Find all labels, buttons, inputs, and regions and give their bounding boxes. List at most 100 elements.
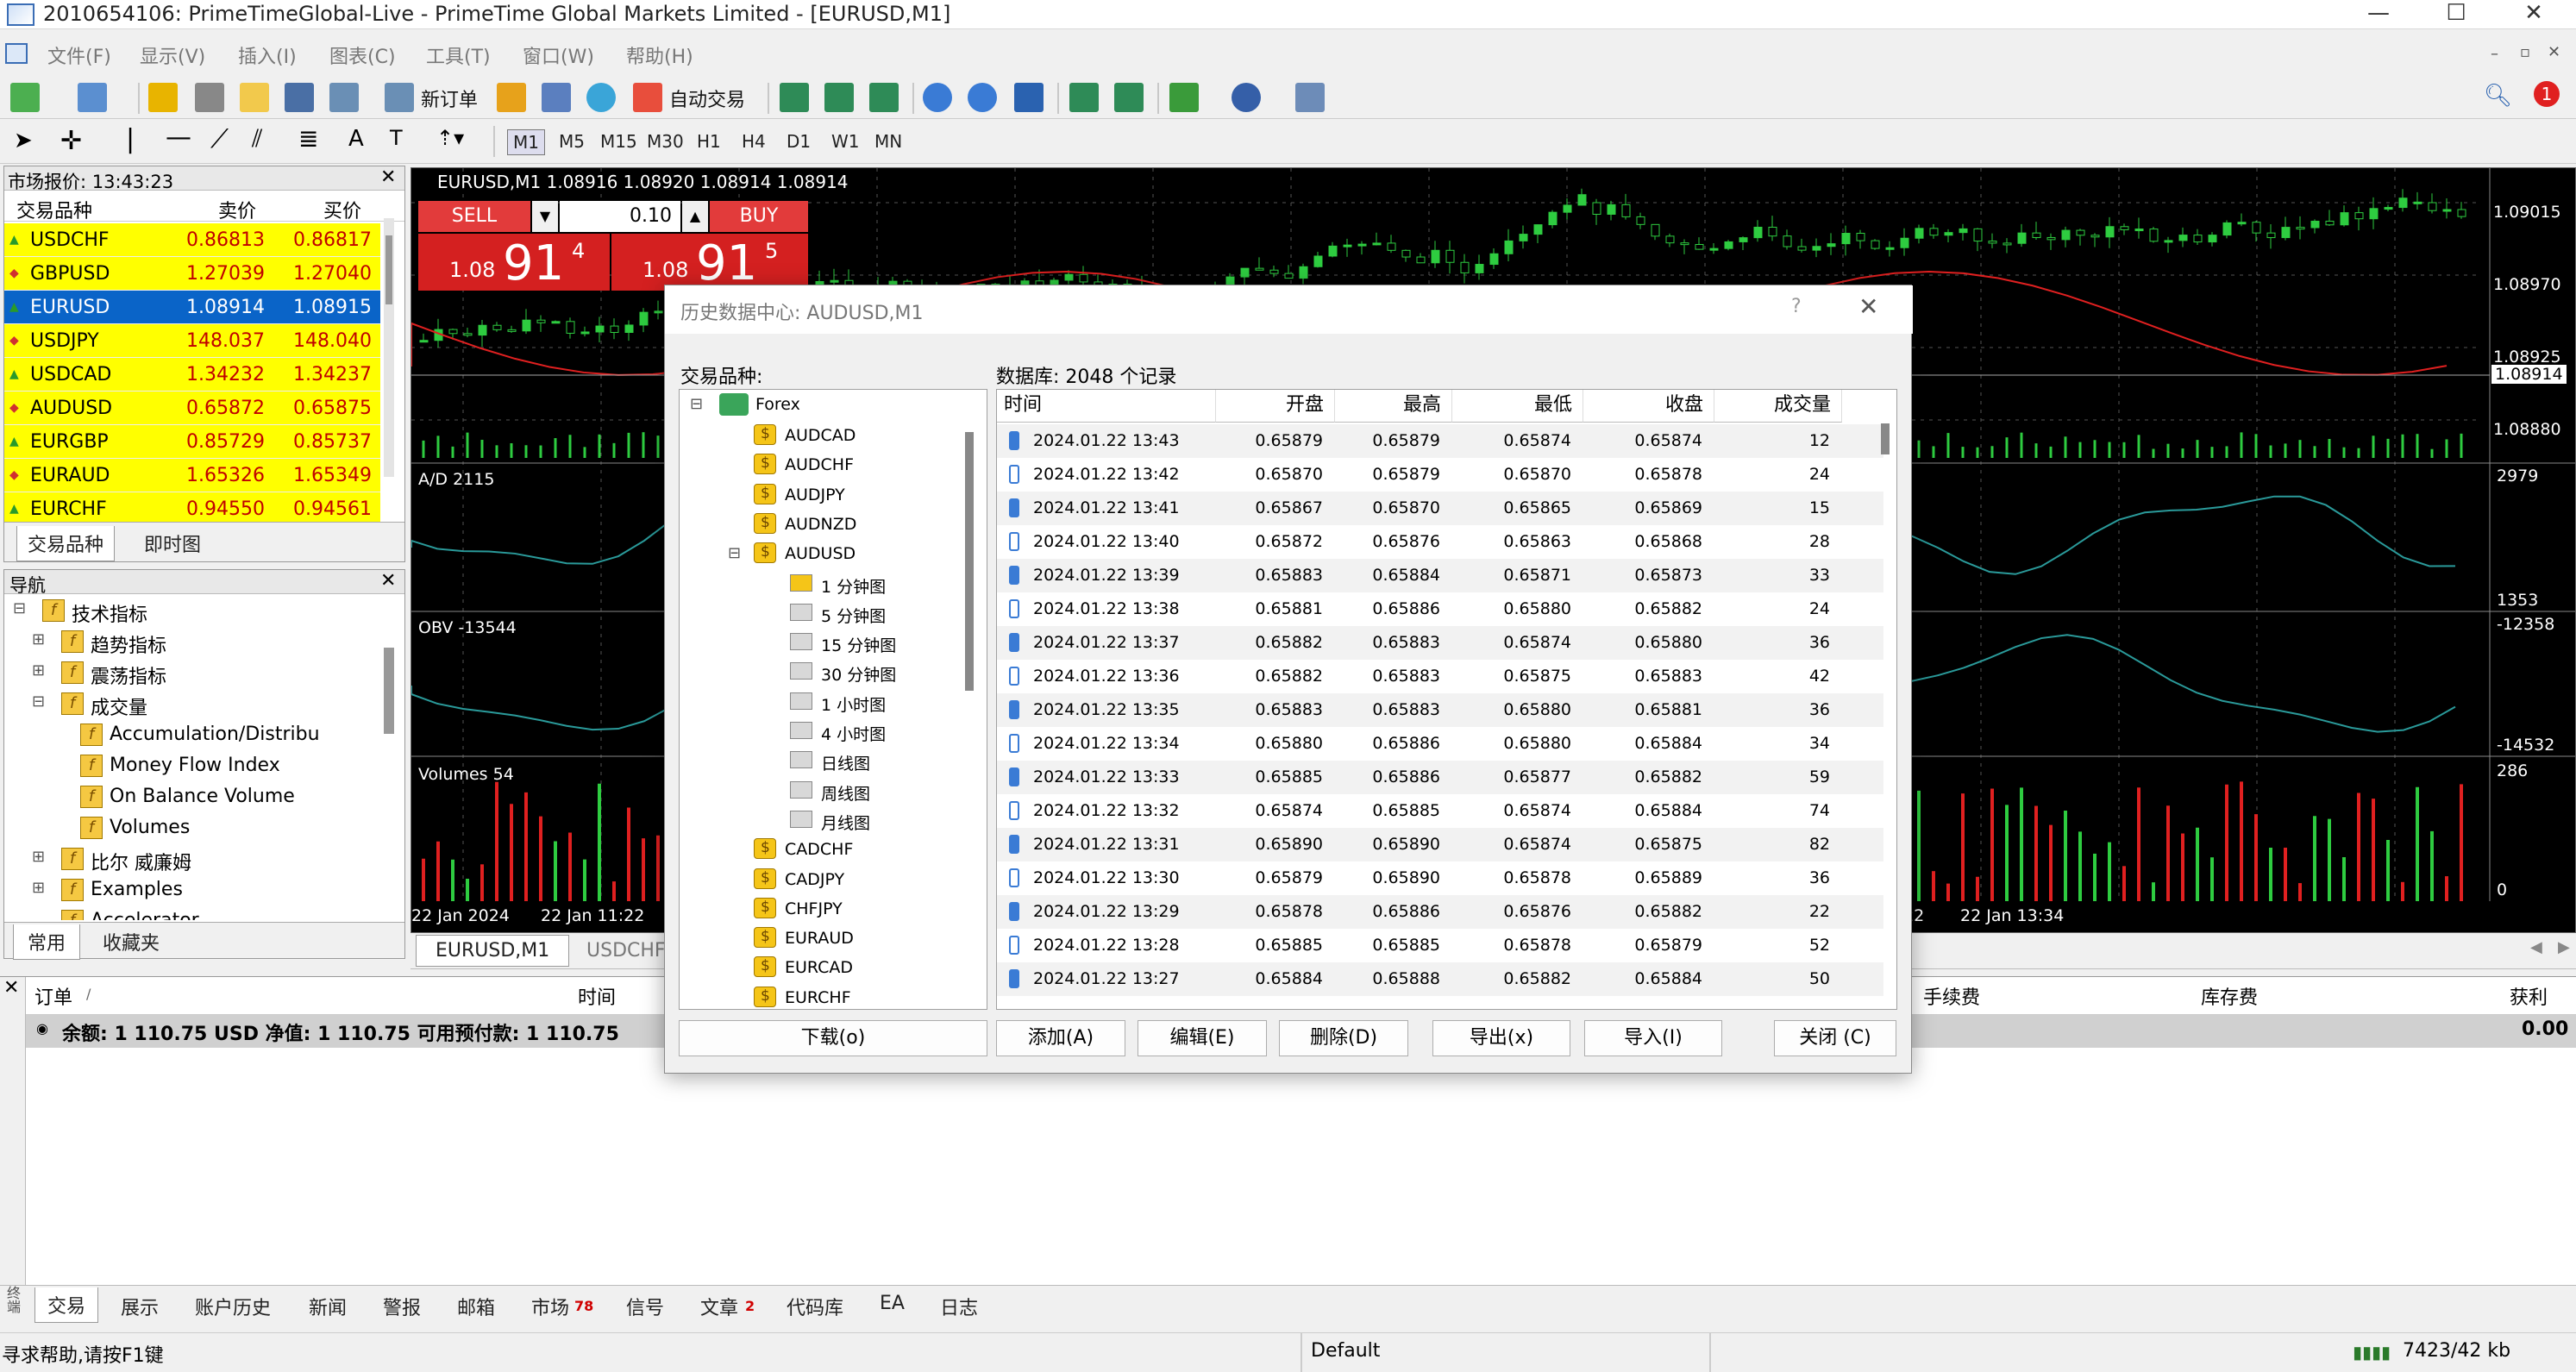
timeframe-h4[interactable]: H4 [742,131,766,152]
vps-icon[interactable] [586,83,616,112]
history-row[interactable]: 2024.01.22 13:28 0.65885 0.65885 0.65878 0.6… [997,929,1883,962]
tree-node[interactable]: CADCHF [785,840,853,859]
tree-node[interactable]: 月线图 [821,811,870,834]
indicators-icon[interactable] [1169,83,1199,112]
column-time[interactable]: 时间 [578,982,616,1010]
expand-icon[interactable]: ⊞ [32,630,45,648]
scrollbar[interactable] [384,218,394,477]
notifications-badge[interactable]: 1 [2534,81,2560,107]
history-row[interactable]: 2024.01.22 13:30 0.65879 0.65890 0.65878 0.6… [997,861,1883,895]
lot-decrease-button[interactable]: ▼ [532,201,558,232]
maximize-icon[interactable]: ☐ [2417,0,2495,29]
navigator-item[interactable]: Examples [91,879,183,900]
menu-insert[interactable]: 插入(I) [238,41,297,69]
expand-icon[interactable]: ⊞ [32,879,45,897]
close-icon[interactable]: ✕ [3,977,19,999]
expand-icon[interactable]: ⊞ [32,661,45,680]
export-button[interactable]: 导出(x) [1432,1020,1570,1056]
arrows-icon[interactable]: ⇡▾ [436,126,464,150]
menu-window[interactable]: 窗口(W) [523,41,594,69]
auto-scroll-icon[interactable] [1069,83,1099,112]
timeframe-w1[interactable]: W1 [831,131,860,152]
history-row[interactable]: 2024.01.22 13:43 0.65879 0.65879 0.65874 0.6… [997,424,1883,458]
menu-view[interactable]: 显示(V) [140,41,205,69]
timeframe-m15[interactable]: M15 [600,131,637,152]
expand-icon[interactable]: ⊟ [13,599,26,617]
sell-button[interactable]: SELL [418,201,530,232]
auto-trading-icon[interactable] [633,83,662,112]
search-icon[interactable]: 🔍︎ [2484,83,2512,109]
chart-shift-icon[interactable] [1114,83,1144,112]
history-row[interactable]: 2024.01.22 13:31 0.65890 0.65890 0.65874 0.6… [997,828,1883,861]
market-watch-icon[interactable] [148,83,178,112]
bar-chart-icon[interactable] [780,83,809,112]
buy-price-tile[interactable]: 1.08 91 5 [611,234,808,291]
navigator-item[interactable]: Accumulation/Distribu [110,724,320,745]
history-row[interactable]: 2024.01.22 13:27 0.65884 0.65888 0.65882 0.6… [997,962,1883,996]
column-bid[interactable]: 卖价 [218,196,256,223]
column-profit[interactable]: 获利 [2510,982,2548,1010]
periods-icon[interactable] [1232,83,1261,112]
tree-node[interactable]: AUDCAD [785,426,856,445]
collapse-icon[interactable]: ⊟ [690,395,703,413]
new-order-icon[interactable] [385,83,414,112]
menu-help[interactable]: 帮助(H) [626,41,693,69]
timeframe-m1[interactable]: M1 [507,129,545,155]
market-watch-row[interactable]: ▲ USDCAD 1.34232 1.34237 [4,358,380,392]
channel-icon[interactable]: ⫽ [252,124,263,153]
mdi-minimize-icon[interactable]: – [2491,45,2498,63]
tab-mailbox[interactable]: 邮箱 [457,1293,495,1320]
column-header[interactable]: 开盘 [1216,390,1335,423]
tab-experts[interactable]: EA [880,1293,905,1314]
tab-usdchf[interactable]: USDCHF [586,940,666,962]
tab-common[interactable]: 常用 [13,924,81,960]
profiles-icon[interactable] [78,83,107,112]
navigator-item[interactable]: 比尔 威廉姆 [91,848,191,875]
tab-scroll-left-icon[interactable]: ◀ [2530,938,2542,956]
history-row[interactable]: 2024.01.22 13:35 0.65883 0.65883 0.65880 0.6… [997,693,1883,727]
scrollbar[interactable] [384,648,394,734]
tree-node[interactable]: 4 小时图 [821,722,886,745]
tree-node[interactable]: AUDJPY [785,486,845,504]
tree-node[interactable]: EURCAD [785,958,853,977]
navigator-item[interactable]: 成交量 [91,692,147,720]
tree-node[interactable]: 周线图 [821,781,870,805]
tab-eurusd-m1[interactable]: EURUSD,M1 [416,935,570,967]
zoom-out-icon[interactable] [968,83,997,112]
navigator-item[interactable]: 震荡指标 [91,661,166,689]
tree-node[interactable]: 5 分钟图 [821,604,886,627]
column-header[interactable]: 时间 [997,390,1216,423]
buy-button[interactable]: BUY [710,201,808,232]
close-icon[interactable]: ✕ [380,570,396,592]
close-window-icon[interactable]: ✕ [2495,0,2573,29]
delete-button[interactable]: 删除(D) [1279,1020,1408,1056]
text-label-icon[interactable]: T [390,126,403,150]
text-icon[interactable]: A [348,126,364,152]
market-watch-row[interactable]: ▲ EURGBP 0.85729 0.85737 [4,425,380,459]
column-header[interactable]: 最高 [1335,390,1452,423]
navigator-item[interactable]: Money Flow Index [110,755,280,776]
market-watch-row[interactable]: ◆ AUDUSD 0.65872 0.65875 [4,392,380,425]
expand-icon[interactable]: ⊞ [32,848,45,866]
column-commission[interactable]: 手续费 [1923,982,1980,1010]
navigator-icon[interactable] [240,83,269,112]
tree-node[interactable]: 日线图 [821,751,870,774]
zoom-in-icon[interactable] [923,83,952,112]
tree-node[interactable]: AUDCHF [785,455,854,474]
tab-exposure[interactable]: 展示 [121,1293,159,1320]
tree-node[interactable]: 1 分钟图 [821,573,887,598]
tab-market[interactable]: 市场 [531,1293,569,1320]
menu-charts[interactable]: 图表(C) [329,41,396,69]
mdi-close-icon[interactable]: ✕ [2548,43,2560,61]
line-chart-icon[interactable] [869,83,899,112]
cursor-icon[interactable]: ➤ [14,128,33,153]
lot-increase-button[interactable]: ▲ [682,201,708,232]
timeframe-h1[interactable]: H1 [697,131,721,152]
tree-node[interactable]: 15 分钟图 [821,633,896,656]
timeframe-d1[interactable]: D1 [787,131,811,152]
navigator-item[interactable]: Accelerator [91,910,199,920]
tree-node[interactable]: AUDNZD [785,515,856,534]
column-header[interactable]: 收盘 [1583,390,1714,423]
expand-icon[interactable]: ⊟ [32,692,45,711]
download-button[interactable]: 下载(o) [679,1020,987,1056]
